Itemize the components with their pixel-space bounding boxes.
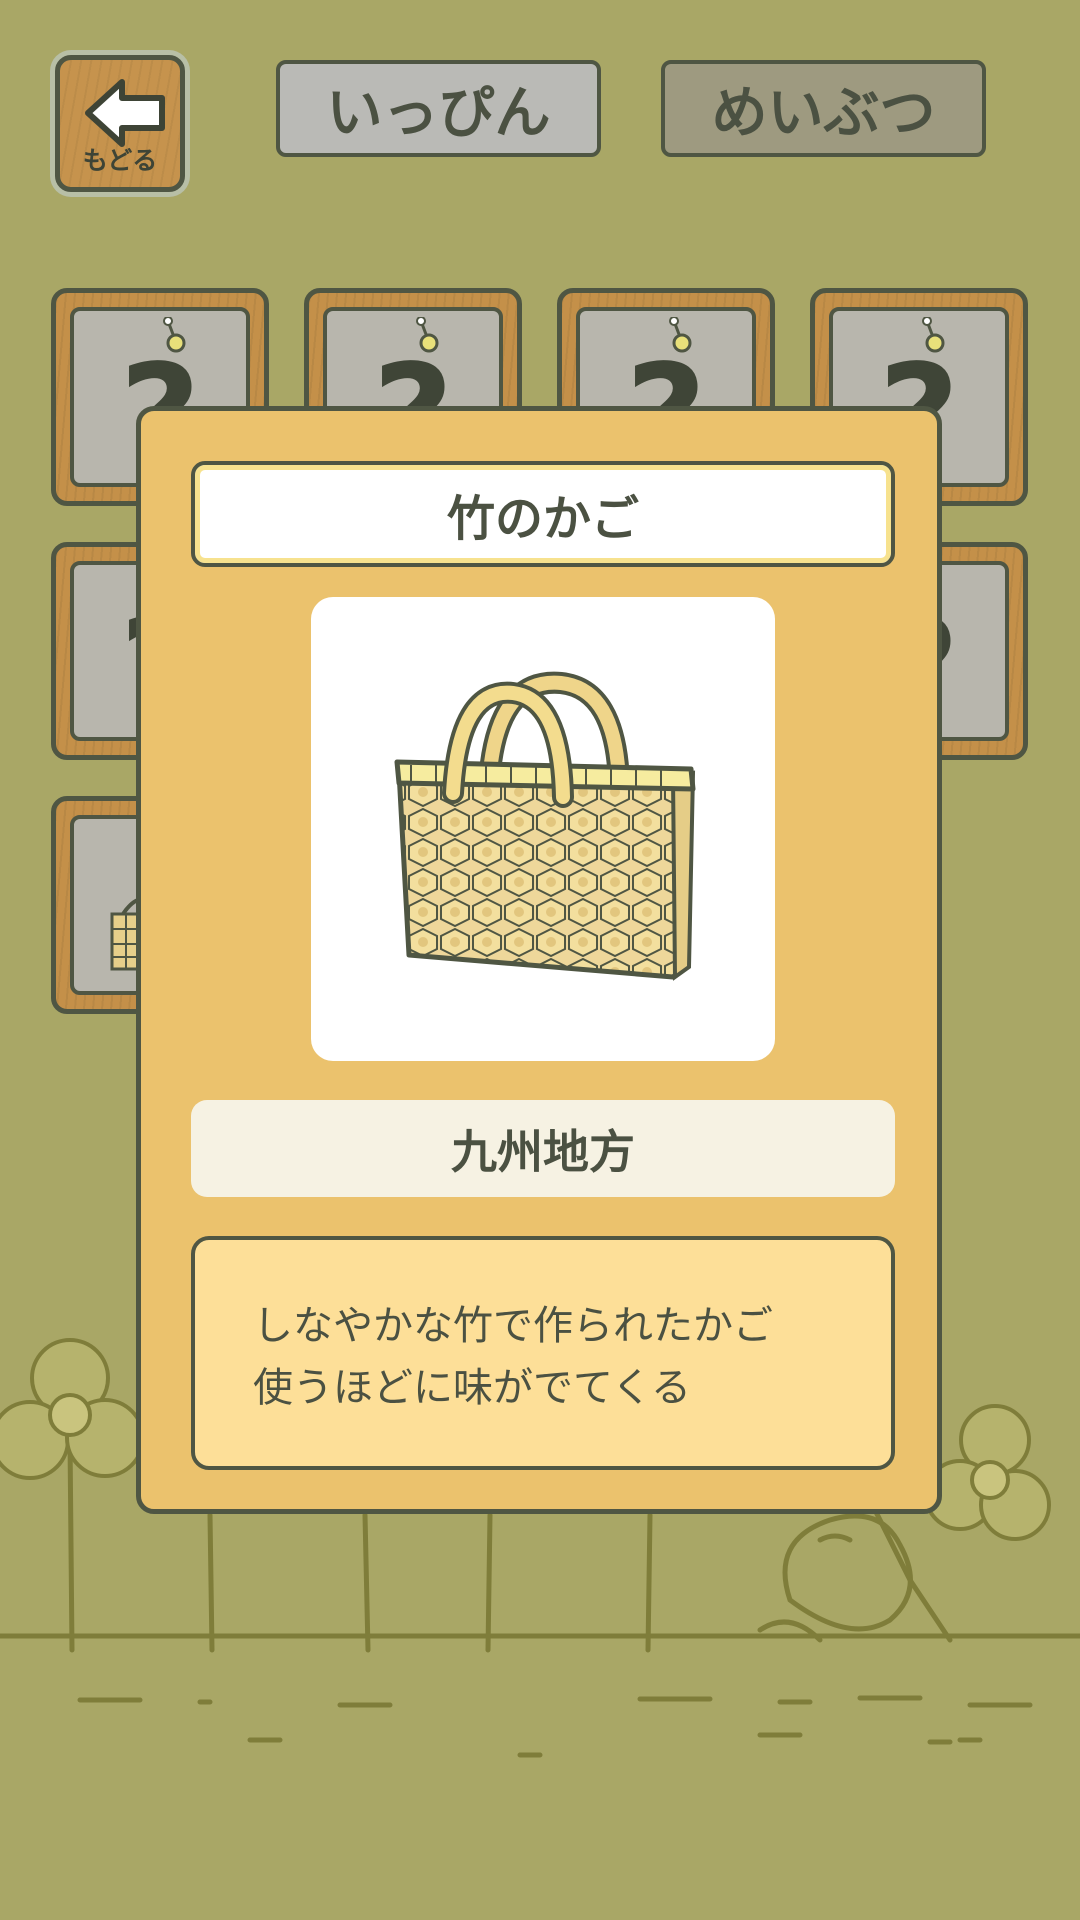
- item-name-title: 竹のかご: [191, 461, 895, 567]
- bamboo-basket-icon: [394, 671, 696, 981]
- item-description: しなやかな竹で作られたかご 使うほどに味がでてくる: [191, 1236, 895, 1470]
- back-button-label: もどる: [82, 146, 158, 175]
- left-arrow-icon: [85, 79, 165, 147]
- back-button[interactable]: もどる: [55, 55, 185, 192]
- clover-left-icon: [0, 1338, 145, 1480]
- item-image-frame: [311, 597, 775, 1061]
- description-line: しなやかな竹で作られたかご: [253, 1303, 773, 1349]
- tab-ippin[interactable]: いっぴん: [276, 60, 601, 157]
- item-region-label: 九州地方: [191, 1100, 895, 1197]
- frog-icon: [757, 1497, 953, 1643]
- clover-right-icon: [924, 1404, 1051, 1541]
- description-line: 使うほどに味がでてくる: [253, 1365, 691, 1411]
- tab-meibutsu[interactable]: めいぶつ: [661, 60, 986, 157]
- item-detail-modal[interactable]: 竹のかご 九州地方 しなやかな竹で作られたかご 使うほどに味がでてくる: [136, 406, 942, 1514]
